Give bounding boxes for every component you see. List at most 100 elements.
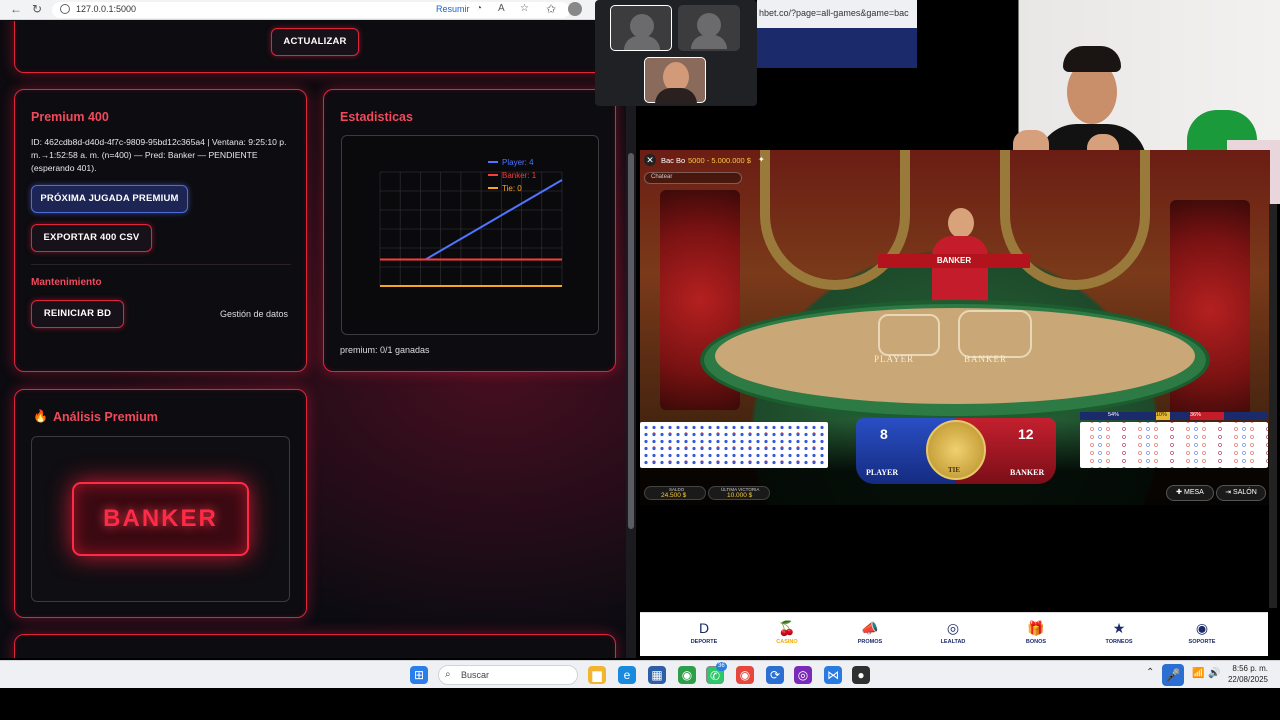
- table-button-label: MESA: [1183, 489, 1204, 496]
- export-csv-button[interactable]: EXPORTAR 400 CSV: [31, 224, 152, 252]
- torneos-icon: ★: [1112, 620, 1126, 636]
- chevron-up-icon[interactable]: ⌃: [1146, 667, 1154, 678]
- stats-footer: premium: 0/1 ganadas: [340, 345, 430, 355]
- chat-input[interactable]: Chatear: [644, 172, 742, 184]
- translate-icon[interactable]: A: [498, 3, 505, 14]
- game-limits: 5000 - 5.000.000 $: [688, 156, 751, 165]
- lealtad-icon: ◎: [946, 620, 960, 636]
- nav-label: SOPORTE: [1188, 639, 1216, 645]
- site-header: [757, 28, 917, 68]
- reload-icon[interactable]: ↻: [32, 2, 42, 16]
- table-button[interactable]: ✚ MESA: [1166, 485, 1214, 501]
- file-explorer-icon[interactable]: ▆: [588, 666, 606, 684]
- nav-item-promos[interactable]: 📣 PROMOS: [840, 619, 900, 645]
- game-address-bar[interactable]: hbet.co/?page=all-games&game=bac: [757, 0, 917, 28]
- nav-item-casino[interactable]: 🍒 CASINO: [757, 619, 817, 645]
- network-icon[interactable]: 📶: [1192, 668, 1204, 679]
- tie-pct: 10%: [1156, 412, 1170, 420]
- nav-item-deporte[interactable]: D DEPORTE: [674, 619, 734, 645]
- nav-label: PROMOS: [857, 639, 883, 645]
- nav-label: BONOS: [1025, 639, 1047, 645]
- reset-db-button[interactable]: REINICIAR BD: [31, 300, 124, 328]
- next-premium-play-button[interactable]: PRÓXIMA JUGADA PREMIUM: [31, 185, 188, 213]
- obs-icon[interactable]: ◎: [794, 666, 812, 684]
- premium-info-text: ID: 462cdb8d-d40d-4f7c-9809-95bd12c365a4…: [31, 137, 287, 173]
- nav-item-soporte[interactable]: ◉ SOPORTE: [1172, 619, 1232, 645]
- nav-item-lealtad[interactable]: ◎ LEALTAD: [923, 619, 983, 645]
- site-bottom-nav: D DEPORTE 🍒 CASINO 📣 PROMOS ◎ LEALTAD 🎁 BONOS ★ TOR…: [640, 612, 1268, 656]
- controls-card: ACTUALIZAR: [14, 21, 616, 73]
- player-bet-label: PLAYER: [866, 468, 899, 477]
- last-win-pill: ÚLTIMA VICTORIA 10.000 $: [708, 486, 770, 500]
- participant-tile[interactable]: [678, 5, 740, 51]
- lobby-button-label: SALÓN: [1233, 489, 1257, 496]
- start-icon[interactable]: ⊞: [410, 666, 428, 684]
- player-pct: 54%: [1108, 412, 1120, 418]
- exit-icon: ⇥: [1225, 489, 1234, 496]
- plus-icon: ✚: [1176, 489, 1184, 496]
- nav-label: CASINO: [776, 639, 798, 645]
- bead-road: [640, 422, 828, 468]
- balance-value: 24.500 $: [661, 492, 687, 499]
- promos-icon: 📣: [861, 620, 879, 636]
- github-icon[interactable]: ●: [852, 666, 870, 684]
- browser-toolbar: ← ↻ 127.0.0.1:5000 Resumir ◔ A ☆ ✩: [0, 0, 636, 20]
- participant-tile[interactable]: [610, 5, 672, 51]
- chat-placeholder: Chatear: [651, 174, 673, 180]
- app-icon[interactable]: ⟳: [766, 666, 784, 684]
- profile-avatar[interactable]: [568, 2, 582, 16]
- url-text: 127.0.0.1:5000: [76, 4, 137, 14]
- stats-line-chart: Player: 4 Banker: 1 Tie: 0: [379, 158, 563, 287]
- participant-tile-self[interactable]: [644, 57, 706, 104]
- lobby-button[interactable]: ⇥ SALÓN: [1216, 485, 1266, 501]
- player-dice-area: [878, 314, 940, 356]
- search-placeholder: Buscar: [461, 670, 490, 680]
- site-info-icon[interactable]: [60, 4, 70, 14]
- game-title: Bac Bo: [661, 156, 686, 165]
- stats-bar: 54% 10% 36%: [1080, 412, 1268, 420]
- legend-label: Banker: 1: [502, 171, 537, 180]
- favorites-icon[interactable]: ✩: [546, 2, 556, 16]
- extension-icon[interactable]: ◔: [476, 3, 482, 14]
- nav-label: DEPORTE: [690, 639, 718, 645]
- prediction-panel: BANKER: [31, 436, 290, 602]
- analysis-title: Análisis Premium: [53, 410, 158, 424]
- series-line-0: [380, 179, 563, 261]
- table-player-label: PLAYER: [874, 354, 915, 364]
- divider: [31, 264, 291, 265]
- whatsapp-icon[interactable]: ✆ 36: [706, 662, 727, 684]
- chrome-icon[interactable]: ◉: [678, 666, 696, 684]
- back-icon[interactable]: ←: [10, 2, 22, 16]
- game-scrollbar[interactable]: [1269, 204, 1277, 608]
- legend-label: Player: 4: [502, 158, 534, 167]
- fire-icon: 🔥: [33, 409, 48, 423]
- baccarat-game-stream: BANKER PLAYER BANKER ✕ Bac Bo 5000 - 5.0…: [640, 150, 1270, 505]
- store-icon[interactable]: ▦: [648, 666, 666, 684]
- clock-date[interactable]: 22/08/2025: [1224, 675, 1268, 684]
- resume-button[interactable]: Resumir: [436, 4, 470, 14]
- player-score: 8: [880, 426, 888, 442]
- bookmark-star-icon[interactable]: ☆: [520, 3, 529, 14]
- deporte-icon: D: [698, 620, 710, 636]
- taskbar-search[interactable]: ⌕ Buscar: [438, 665, 578, 685]
- favorite-game-icon[interactable]: ✦: [758, 155, 765, 164]
- banker-bet-label: BANKER: [1010, 468, 1045, 477]
- video-call-strip: [595, 0, 757, 106]
- clock-time[interactable]: 8:56 p. m.: [1228, 664, 1268, 673]
- scrollbar-thumb[interactable]: [628, 153, 634, 529]
- page-scrollbar[interactable]: [626, 21, 636, 658]
- address-bar[interactable]: 127.0.0.1:5000 Resumir ◔ A ☆: [52, 2, 570, 18]
- nav-item-bonos[interactable]: 🎁 BONOS: [1006, 619, 1066, 645]
- edge-icon[interactable]: e: [618, 666, 636, 684]
- update-button[interactable]: ACTUALIZAR: [271, 28, 359, 56]
- close-game-icon[interactable]: ✕: [644, 154, 656, 166]
- volume-icon[interactable]: 🔊: [1208, 668, 1220, 679]
- streamer-hair: [1063, 46, 1121, 72]
- vscode-icon[interactable]: ⋈: [824, 666, 842, 684]
- microphone-icon[interactable]: 🎤: [1162, 664, 1184, 686]
- nav-label: LEALTAD: [940, 639, 966, 645]
- chrome-profile-icon[interactable]: ◉: [736, 666, 754, 684]
- tie-bet-button[interactable]: TIE: [926, 420, 986, 480]
- nav-item-torneos[interactable]: ★ TORNEOS: [1089, 619, 1149, 645]
- stats-chart-panel: Player: 4 Banker: 1 Tie: 0: [341, 135, 599, 335]
